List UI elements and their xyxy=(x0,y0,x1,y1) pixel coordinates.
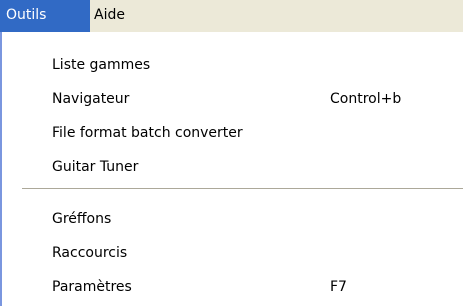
menu-item-liste-gammes[interactable]: Liste gammes xyxy=(2,48,463,82)
menu-item-label: Navigateur xyxy=(52,91,130,107)
menu-item-file-format-batch-converter[interactable]: File format batch converter xyxy=(2,116,463,150)
menu-item-greffons[interactable]: Gréffons xyxy=(2,202,463,236)
menu-bar: Outils Aide xyxy=(0,0,463,32)
menu-item-label: Gréffons xyxy=(52,211,112,227)
menu-item-label: File format batch converter xyxy=(52,125,243,141)
menu-item-guitar-tuner[interactable]: Guitar Tuner xyxy=(2,150,463,184)
menu-item-label: Guitar Tuner xyxy=(52,159,139,175)
menu-separator xyxy=(22,188,463,190)
menu-outils-label: Outils xyxy=(6,7,47,23)
menu-outils[interactable]: Outils xyxy=(0,0,90,32)
menu-item-label: Paramètres xyxy=(52,279,132,295)
menu-item-parametres[interactable]: Paramètres F7 xyxy=(2,270,463,304)
menu-item-label: Raccourcis xyxy=(52,245,128,261)
outils-dropdown-menu: Liste gammes Navigateur Control+b File f… xyxy=(0,32,463,306)
menu-item-shortcut: F7 xyxy=(330,279,347,295)
menu-item-label: Liste gammes xyxy=(52,57,151,73)
menu-item-raccourcis[interactable]: Raccourcis xyxy=(2,236,463,270)
menu-item-navigateur[interactable]: Navigateur Control+b xyxy=(2,82,463,116)
menu-item-shortcut: Control+b xyxy=(330,91,402,107)
menu-aide-label: Aide xyxy=(94,7,125,23)
menu-aide[interactable]: Aide xyxy=(90,0,142,32)
